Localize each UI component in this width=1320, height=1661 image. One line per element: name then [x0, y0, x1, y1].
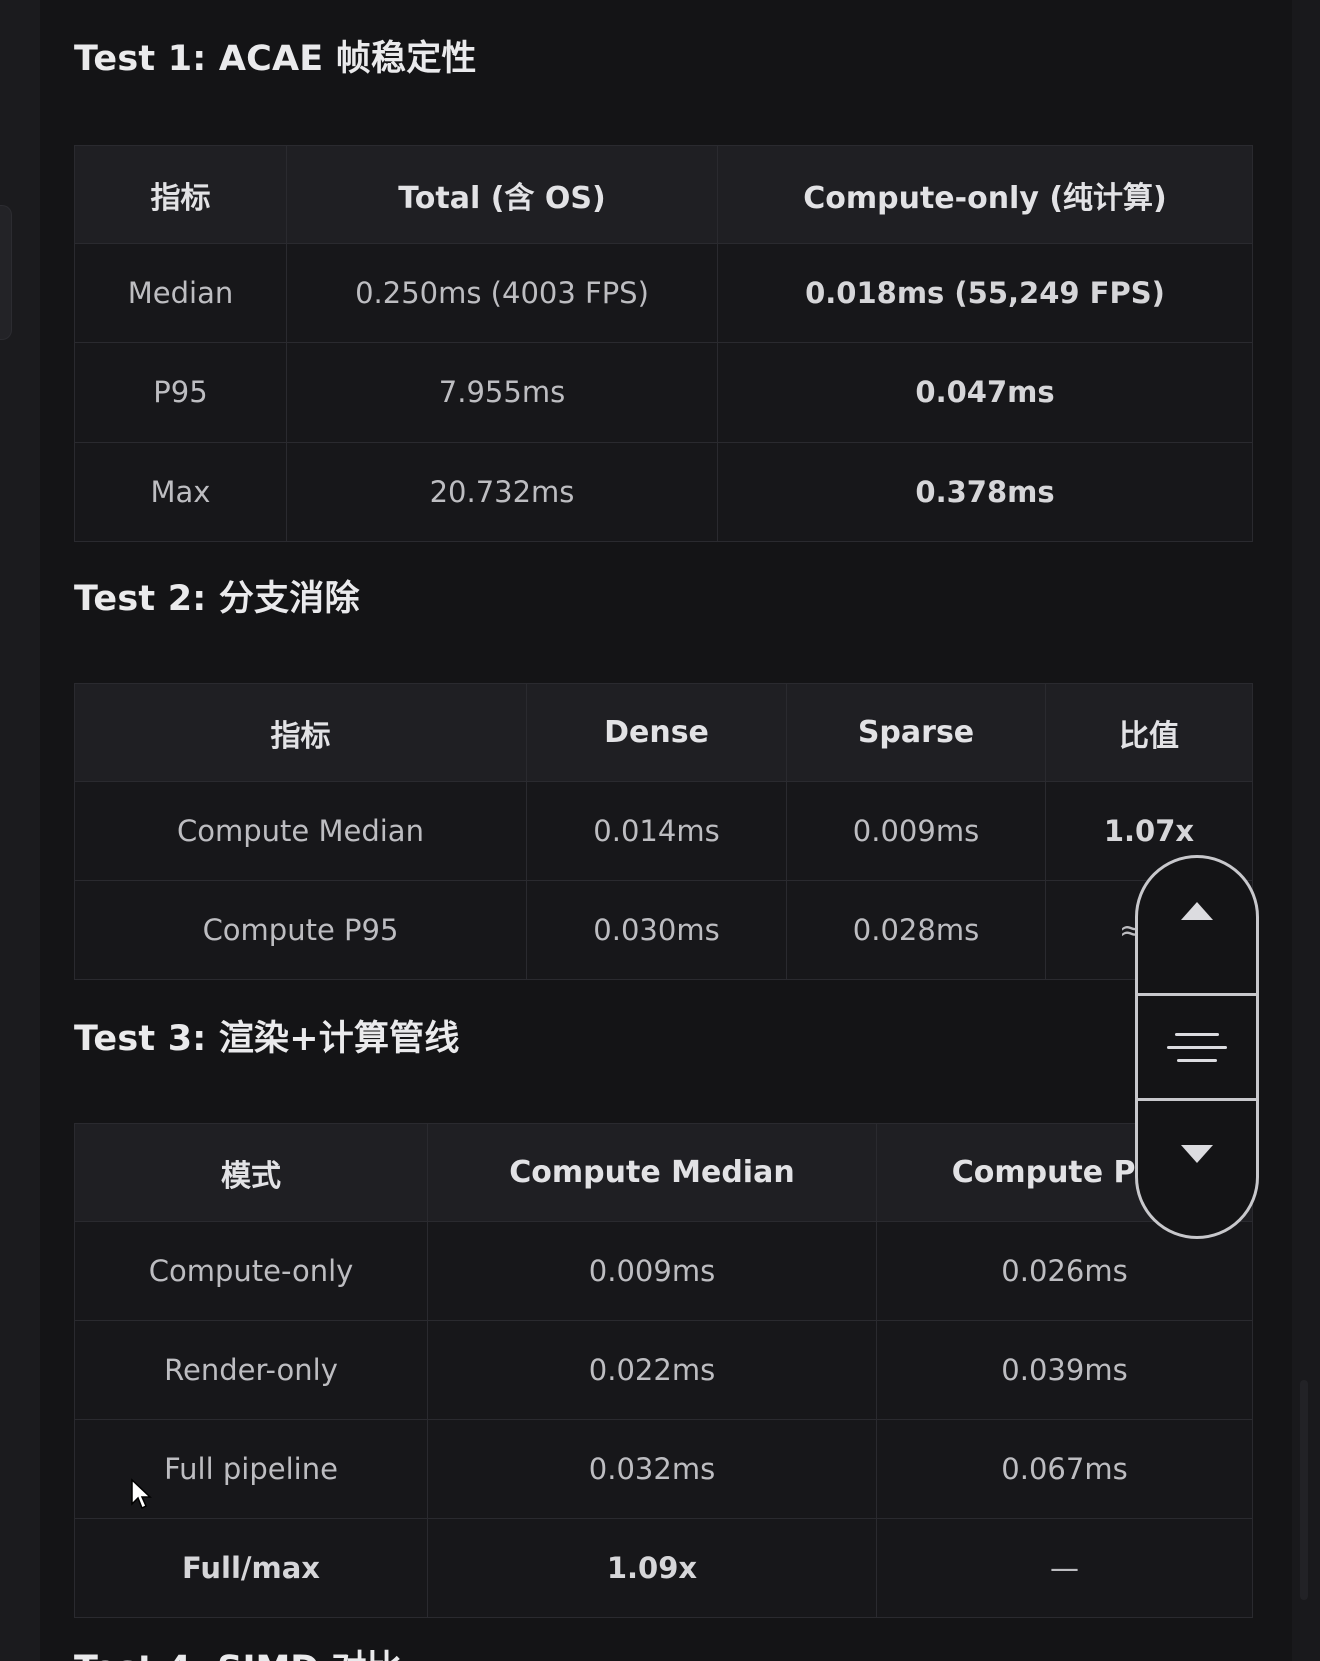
menu-lines-icon	[1167, 1023, 1227, 1072]
table-cell: 0.018ms (55,249 FPS)	[717, 242, 1253, 344]
scroll-up-button[interactable]	[1138, 858, 1256, 993]
triangle-up-icon	[1181, 901, 1213, 920]
table-cell: 7.955ms	[286, 342, 718, 443]
left-panel-handle[interactable]	[0, 205, 12, 340]
table-row: P95 7.955ms 0.047ms	[74, 342, 1253, 443]
test4-title: Test 4: SIMD 对比	[74, 1640, 402, 1661]
table-cell: 1.09x	[427, 1518, 877, 1618]
table-cell: —	[876, 1518, 1253, 1618]
table-cell: 0.378ms	[717, 441, 1253, 543]
scroll-down-button[interactable]	[1138, 1101, 1256, 1236]
table-cell: 0.039ms	[876, 1320, 1253, 1420]
table-cell: Full pipeline	[74, 1419, 428, 1519]
column-header: 模式	[74, 1123, 428, 1222]
scrollbar-track[interactable]	[1292, 0, 1320, 1661]
column-header: Total (含 OS)	[286, 145, 718, 244]
table-cell: 0.028ms	[786, 880, 1046, 980]
table-cell: 20.732ms	[286, 441, 718, 543]
column-header: Compute-only (纯计算)	[717, 145, 1253, 244]
test2-table: 指标 Dense Sparse 比值 Compute Median 0.014m…	[74, 683, 1253, 980]
table-row: Render-only 0.022ms 0.039ms	[74, 1320, 1253, 1420]
triangle-down-icon	[1181, 1144, 1213, 1163]
table-cell: 0.009ms	[427, 1221, 877, 1321]
floating-scroll-control	[1135, 855, 1259, 1239]
table-row: Compute Median 0.014ms 0.009ms 1.07x	[74, 781, 1253, 881]
mouse-cursor-icon	[131, 1478, 152, 1510]
test2-title: Test 2: 分支消除	[74, 579, 360, 619]
table-cell: Max	[74, 441, 287, 543]
table-cell: Compute P95	[74, 880, 527, 980]
column-header: Dense	[526, 683, 787, 782]
table-header-row: 指标 Dense Sparse 比值	[74, 683, 1253, 782]
table-row: Compute-only 0.009ms 0.026ms	[74, 1221, 1253, 1321]
table-cell: 0.030ms	[526, 880, 787, 980]
column-header: Sparse	[786, 683, 1046, 782]
table-row: Compute P95 0.030ms 0.028ms ≈1x	[74, 880, 1253, 980]
test3-table: 模式 Compute Median Compute P95 Compute-on…	[74, 1123, 1253, 1618]
test1-table: 指标 Total (含 OS) Compute-only (纯计算) Media…	[74, 145, 1253, 543]
table-cell: 0.250ms (4003 FPS)	[286, 242, 718, 344]
column-header: 指标	[74, 683, 527, 782]
table-cell: Median	[74, 242, 287, 344]
table-cell: 0.047ms	[717, 342, 1253, 443]
table-cell: 0.032ms	[427, 1419, 877, 1519]
table-row: Full/max 1.09x —	[74, 1518, 1253, 1618]
table-header-row: 指标 Total (含 OS) Compute-only (纯计算)	[74, 145, 1253, 244]
table-cell: Full/max	[74, 1518, 428, 1618]
column-header: Compute Median	[427, 1123, 877, 1222]
table-of-contents-button[interactable]	[1138, 993, 1256, 1101]
table-cell: 0.009ms	[786, 781, 1046, 881]
table-cell: Compute-only	[74, 1221, 428, 1321]
column-header: 指标	[74, 145, 287, 244]
table-row: Full pipeline 0.032ms 0.067ms	[74, 1419, 1253, 1519]
table-cell: P95	[74, 342, 287, 443]
table-row: Max 20.732ms 0.378ms	[74, 441, 1253, 543]
left-panel-edge	[0, 0, 40, 1661]
scrollbar-thumb[interactable]	[1300, 1380, 1308, 1600]
table-cell: 0.022ms	[427, 1320, 877, 1420]
table-cell: Render-only	[74, 1320, 428, 1420]
table-cell: 0.067ms	[876, 1419, 1253, 1519]
test1-title: Test 1: ACAE 帧稳定性	[74, 39, 477, 79]
table-row: Median 0.250ms (4003 FPS) 0.018ms (55,24…	[74, 242, 1253, 344]
table-cell: Compute Median	[74, 781, 527, 881]
table-cell: 0.014ms	[526, 781, 787, 881]
table-header-row: 模式 Compute Median Compute P95	[74, 1123, 1253, 1222]
test3-title: Test 3: 渲染+计算管线	[74, 1019, 460, 1059]
column-header: 比值	[1045, 683, 1253, 782]
